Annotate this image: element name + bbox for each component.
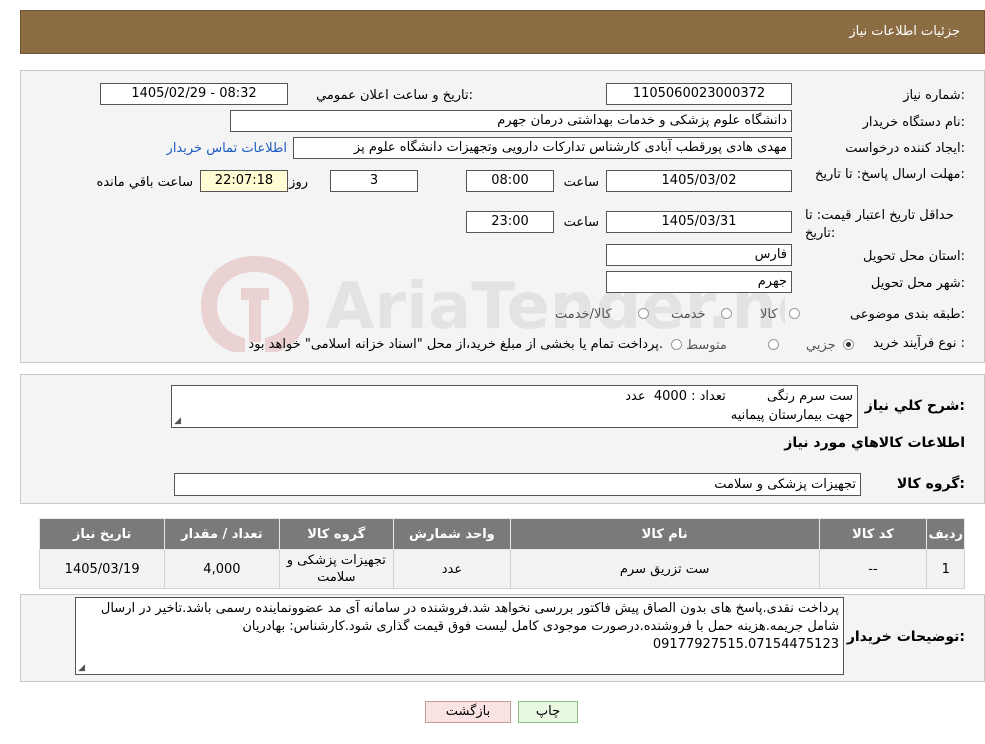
buyer-notes-textarea[interactable]: پرداخت نقدی.پاسخ های بدون الصاق پیش فاکت… [75, 597, 844, 675]
deadline-label: مهلت ارسال پاسخ: تا تاریخ: [815, 167, 965, 182]
validity-date-field: 1405/03/31 [606, 211, 792, 233]
deadline-time-field: 08:00 [466, 170, 554, 192]
col-group-header: گروه کالا [278, 518, 395, 550]
category-radio-goods-service[interactable] [638, 308, 649, 319]
deadline-time-label: ساعت [563, 175, 599, 190]
remaining-time-field: 22:07:18 [200, 170, 288, 192]
category-option-goods-service: کالا/خدمت [555, 307, 612, 322]
page-title: جزئیات اطلاعات نیاز [849, 24, 960, 39]
cell-qty: 4,000 [164, 549, 280, 589]
category-option-goods: کالا [760, 307, 778, 322]
cell-name: ست تزریق سرم [509, 549, 820, 589]
summary-textarea[interactable]: ست سرم رنگی تعداد : 4000 عدد جهت بیمارست… [171, 385, 858, 428]
page-header: جزئیات اطلاعات نیاز [20, 10, 985, 54]
cell-group: تجهیزات پزشکی و سلامت [278, 549, 395, 589]
back-button[interactable]: بازگشت [425, 701, 511, 723]
announce-date-field: 1405/02/29 - 08:32 [100, 83, 288, 105]
creator-label: ایجاد کننده درخواست: [845, 141, 965, 156]
buyer-notes-label: توضيحات خريدار: [846, 629, 965, 645]
col-date-header: تاريخ نياز [38, 518, 166, 550]
validity-label: حداقل تاریخ اعتبار قیمت: تا تاریخ: [805, 208, 954, 241]
summary-label: شرح کلي نياز: [864, 398, 965, 414]
goods-group-field: تجهیزات پزشکی و سلامت [174, 473, 861, 496]
city-label: شهر محل تحویل: [870, 276, 965, 291]
process-option-medium: متوسط [686, 338, 727, 353]
category-label: طبقه بندی موضوعی: [849, 307, 965, 322]
validity-time-field: 23:00 [466, 211, 554, 233]
col-name-header: نام کالا [509, 518, 820, 550]
table-row: 1 -- ست تزریق سرم عدد تجهیزات پزشکی و سل… [38, 549, 965, 589]
need-number-field: 1105060023000372 [606, 83, 792, 105]
province-label: استان محل تحویل: [863, 249, 965, 264]
cell-date: 1405/03/19 [38, 549, 166, 589]
city-field: جهرم [606, 271, 792, 293]
buyer-contact-link[interactable]: اطلاعات تماس خریدار [167, 141, 287, 156]
cell-code: -- [818, 549, 928, 589]
process-radio-treasury[interactable] [671, 339, 682, 350]
remaining-time-label: ساعت باقي مانده [96, 175, 193, 190]
category-radio-service[interactable] [721, 308, 732, 319]
buyer-org-label: نام دستگاه خریدار: [862, 115, 965, 130]
creator-field: مهدی هادی پورقطب آبادی کارشناس تداركات د… [293, 137, 792, 159]
print-button[interactable]: چاپ [518, 701, 578, 723]
days-field: 3 [330, 170, 418, 192]
goods-group-label: گروه کالا: [896, 476, 965, 492]
col-row-header: رديف [926, 518, 965, 550]
need-number-label: شماره نیاز: [903, 88, 965, 103]
items-table: رديف کد کالا نام کالا واحد شمارش گروه کا… [38, 518, 965, 589]
resize-grip-icon[interactable]: ◢ [174, 417, 181, 426]
cell-row: 1 [926, 549, 965, 589]
category-option-service: خدمت [671, 307, 706, 322]
cell-unit: عدد [393, 549, 511, 589]
col-code-header: کد کالا [818, 518, 928, 550]
buyer-notes-text: پرداخت نقدی.پاسخ های بدون الصاق پیش فاکت… [100, 601, 839, 652]
process-label: نوع فرآیند خرید : [873, 336, 965, 351]
summary-line-2: جهت بیمارستان پیمانیه [730, 408, 853, 423]
province-field: فارس [606, 244, 792, 266]
col-unit-header: واحد شمارش [393, 518, 511, 550]
process-note: پرداخت تمام یا بخشی از مبلغ خرید،از محل … [248, 337, 663, 352]
validity-time-label: ساعت [563, 215, 599, 230]
process-option-partial: جزيي [806, 338, 836, 353]
process-radio-partial[interactable] [843, 339, 854, 350]
items-table-header: رديف کد کالا نام کالا واحد شمارش گروه کا… [38, 518, 965, 550]
announce-date-label: تاریخ و ساعت اعلان عمومي: [316, 88, 473, 103]
process-radio-medium[interactable] [768, 339, 779, 350]
summary-line-1: ست سرم رنگی تعداد : 4000 عدد [625, 389, 853, 404]
buyer-org-field: دانشگاه علوم پزشکی و خدمات بهداشتی درمان… [230, 110, 792, 132]
deadline-date-field: 1405/03/02 [606, 170, 792, 192]
resize-grip-icon[interactable]: ◢ [78, 664, 85, 673]
category-radio-goods[interactable] [789, 308, 800, 319]
goods-info-title: اطلاعات کالاهاي مورد نياز [784, 435, 965, 451]
col-qty-header: تعداد / مقدار [164, 518, 280, 550]
